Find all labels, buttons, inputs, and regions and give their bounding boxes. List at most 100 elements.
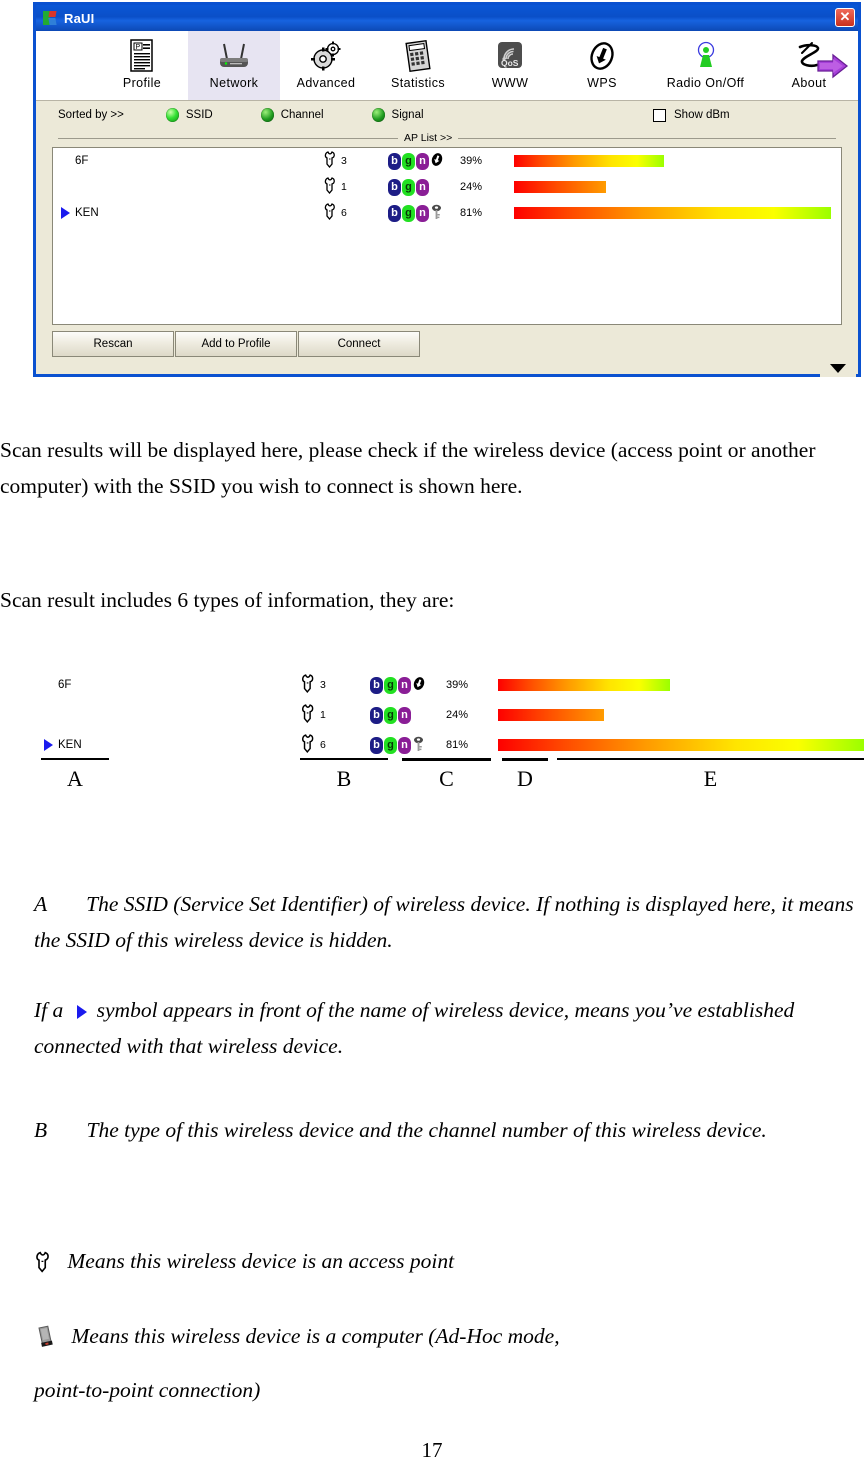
diagram-signal-bar-cell: [498, 739, 864, 751]
ap-signal-percent: 24%: [460, 181, 483, 193]
divider-line-right: [458, 137, 836, 139]
ap-list-caption: AP List >>: [404, 132, 453, 144]
signal-bar: [498, 739, 864, 751]
table-row[interactable]: KEN 6 b g n 81%: [53, 200, 841, 226]
ap-type-cell: 1: [323, 177, 388, 197]
access-point-icon: [300, 734, 318, 756]
ap-list[interactable]: 6F 3 b g n 39% 1 b g n 24% KEN 6 b g n 8…: [52, 147, 842, 325]
sort-option-channel[interactable]: Channel: [260, 108, 324, 122]
item-a-text: The SSID (Service Set Identifier) of wir…: [34, 892, 854, 952]
action-button-bar: Rescan Add to Profile Connect: [36, 325, 858, 377]
connected-triangle-icon: [44, 739, 53, 751]
ap-modes-cell: b g n: [388, 178, 460, 196]
ap-ssid-cell: [53, 181, 323, 193]
diagram-modes-cell: b g n: [370, 736, 446, 755]
ap-channel-label: 1: [341, 181, 347, 193]
diagram-signal-percent: 39%: [446, 679, 469, 691]
ap-type-cell: 3: [323, 151, 388, 171]
tab-wps[interactable]: WPS: [556, 31, 648, 100]
badge-g-icon: g: [402, 204, 415, 222]
connect-button[interactable]: Connect: [298, 331, 420, 357]
diagram-row: 1 b g n 24%: [0, 700, 864, 730]
diagram-ssid-label: 6F: [58, 679, 72, 691]
badge-g-icon: g: [384, 706, 397, 724]
diagram-underline-e: [557, 758, 864, 760]
tab-advanced[interactable]: Advanced: [280, 31, 372, 100]
tab-statistics[interactable]: Statistics: [372, 31, 464, 100]
add-to-profile-button[interactable]: Add to Profile: [175, 331, 297, 357]
table-row[interactable]: 6F 3 b g n 39%: [53, 148, 841, 174]
sort-option-ssid[interactable]: SSID: [165, 108, 213, 122]
diagram-type-cell: 1: [300, 704, 370, 726]
ap-signal-bar-cell: [514, 181, 841, 193]
legend-access-point: Means this wireless device is an access …: [34, 1243, 856, 1284]
tab-www-label: WWW: [491, 76, 529, 90]
wps-badge-icon: [412, 676, 426, 694]
legend-access-point-text: Means this wireless device is an access …: [67, 1249, 455, 1273]
show-dbm-checkbox[interactable]: Show dBm: [653, 108, 730, 122]
diagram-underline-d: [502, 758, 548, 761]
tab-network[interactable]: Network: [188, 31, 280, 100]
tab-profile[interactable]: P Profile: [96, 31, 188, 100]
badge-b-icon: b: [370, 706, 383, 724]
diagram-label-c: C: [439, 766, 454, 791]
diagram-label-b: B: [336, 766, 352, 791]
ap-list-divider: AP List >>: [36, 129, 858, 147]
ap-channel-label: 3: [341, 155, 347, 167]
checkbox-box-icon: [653, 108, 666, 122]
access-point-icon: [300, 674, 318, 696]
table-row[interactable]: 1 b g n 24%: [53, 174, 841, 200]
access-point-icon: [323, 151, 339, 171]
item-b-description: B The type of this wireless device and t…: [34, 1112, 856, 1148]
tab-profile-label: Profile: [122, 76, 162, 90]
diagram-signal-percent: 81%: [446, 739, 469, 751]
raui-window: RaUI ✕ P Profile Network Advanced Statis…: [33, 2, 861, 377]
item-b-text: The type of this wireless device and the…: [86, 1118, 767, 1142]
diagram-row: KEN 6 b g n 81%: [0, 730, 864, 760]
sort-option-signal[interactable]: Signal: [371, 108, 424, 122]
item-a-note-prefix: If a: [34, 998, 64, 1022]
badge-n-icon: n: [416, 204, 429, 222]
purple-right-arrow-icon[interactable]: [816, 53, 850, 84]
diagram-row: 6F 3 b g n 39%: [0, 670, 864, 700]
connected-triangle-icon: [61, 207, 70, 219]
legend-adhoc-computer: Means this wireless device is a computer…: [34, 1318, 856, 1360]
diagram-type-cell: 6: [300, 734, 370, 756]
tab-radio-on-off[interactable]: Radio On/Off: [648, 31, 763, 100]
sort-bar: Sorted by >> SSID Channel Signal Show dB…: [36, 101, 858, 129]
ap-signal-percent: 81%: [460, 207, 483, 219]
close-icon[interactable]: ✕: [835, 8, 855, 27]
ap-signal-bar-cell: [514, 207, 841, 219]
diagram-channel-label: 3: [320, 679, 326, 691]
badge-n-icon: n: [416, 152, 429, 170]
tab-statistics-label: Statistics: [390, 76, 445, 90]
badge-b-icon: b: [388, 204, 401, 222]
badge-n-icon: n: [416, 178, 429, 196]
ap-modes-cell: b g n: [388, 204, 460, 223]
ap-signal-bar-cell: [514, 155, 841, 167]
diagram-modes-cell: b g n: [370, 676, 446, 694]
connected-triangle-icon: [76, 1005, 87, 1019]
page-number: 17: [421, 1438, 443, 1462]
diagram-modes-cell: b g n: [370, 706, 446, 724]
annotated-ap-row-diagram: 6F 3 b g n 39% 1 b g n 24% KEN 6 b g n 8…: [0, 662, 864, 807]
ap-channel-label: 6: [341, 207, 347, 219]
item-a-description: A The SSID (Service Set Identifier) of w…: [34, 886, 856, 958]
svg-text:QoS: QoS: [501, 58, 519, 68]
window-titlebar: RaUI ✕: [36, 5, 858, 31]
tab-www[interactable]: QoS WWW: [464, 31, 556, 100]
radio-led-channel-icon: [260, 108, 274, 122]
badge-b-icon: b: [370, 736, 383, 754]
badge-g-icon: g: [402, 178, 415, 196]
chevron-down-icon[interactable]: [820, 358, 856, 377]
tab-network-label: Network: [209, 76, 259, 90]
ap-type-cell: 6: [323, 203, 388, 223]
diagram-ssid-cell: [0, 709, 300, 721]
wps-badge-icon: [430, 152, 444, 170]
window-title: RaUI: [64, 10, 95, 26]
rescan-button[interactable]: Rescan: [52, 331, 174, 357]
diagram-ssid-label: KEN: [58, 739, 82, 751]
diagram-channel-label: 1: [320, 709, 326, 721]
wps-arrows-icon: [586, 36, 618, 76]
signal-bar: [514, 155, 665, 167]
